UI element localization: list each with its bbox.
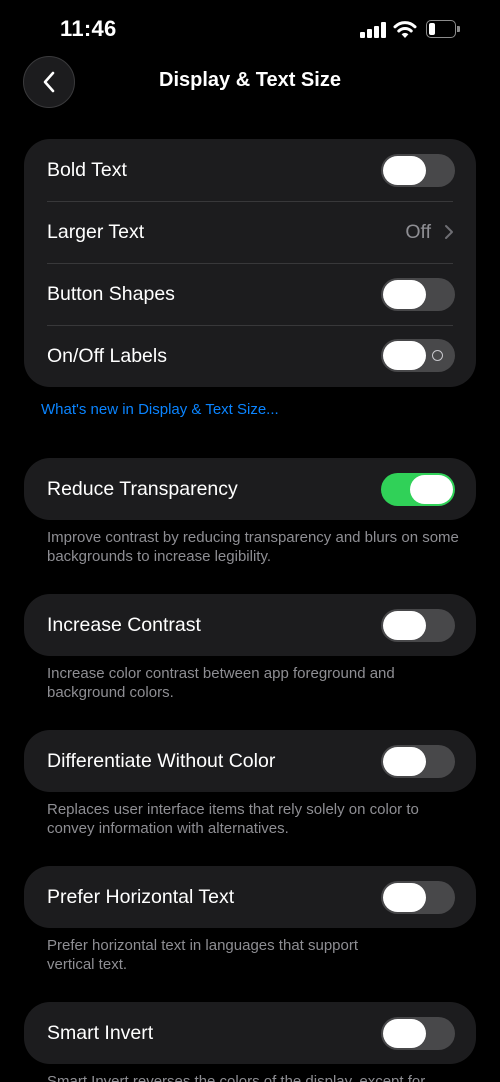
- differentiate-without-color-footnote: Replaces user interface items that rely …: [47, 801, 419, 837]
- reduce-transparency-label: Reduce Transparency: [47, 477, 238, 500]
- larger-text-label: Larger Text: [47, 220, 145, 243]
- chevron-right-icon: [445, 225, 453, 239]
- differentiate-without-color-group: Differentiate Without Color: [24, 730, 476, 792]
- differentiate-without-color-label: Differentiate Without Color: [47, 749, 276, 772]
- text-settings-group: Bold Text Larger Text Off Button Shapes …: [24, 139, 476, 387]
- button-shapes-toggle[interactable]: [381, 278, 455, 311]
- navigation-bar: Display & Text Size: [0, 54, 500, 110]
- increase-contrast-toggle[interactable]: [381, 609, 455, 642]
- reduce-transparency-footnote: Improve contrast by reducing transparenc…: [47, 529, 459, 565]
- reduce-transparency-row: Reduce Transparency: [24, 458, 476, 520]
- differentiate-without-color-toggle[interactable]: [381, 745, 455, 778]
- prefer-horizontal-text-row: Prefer Horizontal Text: [24, 866, 476, 928]
- smart-invert-label: Smart Invert: [47, 1021, 154, 1044]
- increase-contrast-row: Increase Contrast: [24, 594, 476, 656]
- larger-text-row[interactable]: Larger Text Off: [24, 201, 476, 263]
- on-off-labels-label: On/Off Labels: [47, 344, 167, 367]
- off-circle-icon: [432, 350, 443, 361]
- bold-text-label: Bold Text: [47, 158, 127, 181]
- increase-contrast-group: Increase Contrast: [24, 594, 476, 656]
- cellular-signal-icon: [360, 22, 386, 38]
- smart-invert-toggle[interactable]: [381, 1017, 455, 1050]
- smart-invert-row: Smart Invert: [24, 1002, 476, 1064]
- larger-text-value: Off: [405, 220, 431, 243]
- status-bar: 11:46: [0, 0, 500, 60]
- prefer-horizontal-text-group: Prefer Horizontal Text: [24, 866, 476, 928]
- reduce-transparency-toggle[interactable]: [381, 473, 455, 506]
- smart-invert-footnote: Smart Invert reverses the colors of the …: [47, 1073, 426, 1082]
- whats-new-link[interactable]: What's new in Display & Text Size...: [41, 401, 279, 418]
- page-title: Display & Text Size: [159, 69, 341, 91]
- battery-icon: [426, 20, 460, 38]
- smart-invert-group: Smart Invert: [24, 1002, 476, 1064]
- wifi-icon: [393, 21, 417, 38]
- reduce-transparency-group: Reduce Transparency: [24, 458, 476, 520]
- differentiate-without-color-row: Differentiate Without Color: [24, 730, 476, 792]
- on-off-labels-row: On/Off Labels: [24, 325, 476, 387]
- bold-text-row: Bold Text: [24, 139, 476, 201]
- increase-contrast-footnote: Increase color contrast between app fore…: [47, 665, 395, 701]
- button-shapes-row: Button Shapes: [24, 263, 476, 325]
- on-off-labels-toggle[interactable]: [381, 339, 455, 372]
- increase-contrast-label: Increase Contrast: [47, 613, 201, 636]
- prefer-horizontal-text-label: Prefer Horizontal Text: [47, 885, 235, 908]
- prefer-horizontal-text-toggle[interactable]: [381, 881, 455, 914]
- bold-text-toggle[interactable]: [381, 154, 455, 187]
- button-shapes-label: Button Shapes: [47, 282, 175, 305]
- prefer-horizontal-text-footnote: Prefer horizontal text in languages that…: [47, 937, 359, 973]
- status-time: 11:46: [60, 16, 117, 41]
